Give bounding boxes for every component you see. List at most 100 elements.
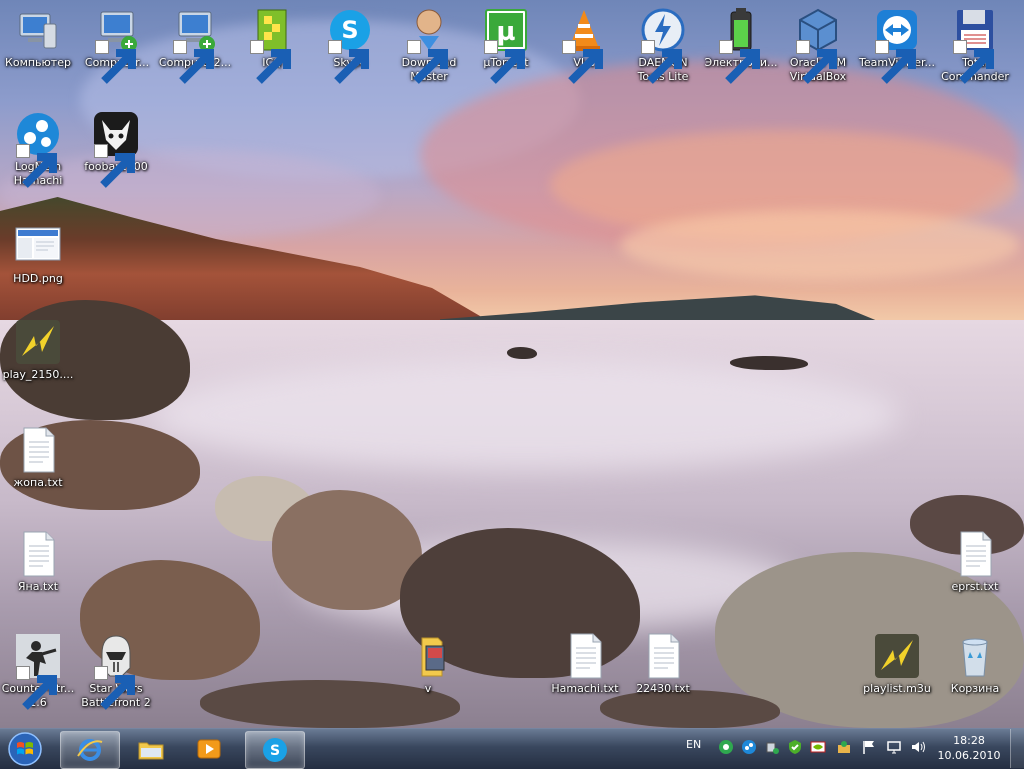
icon-label: Компьютер (5, 56, 71, 69)
system-clock[interactable]: 18:28 10.06.2010 (934, 733, 1004, 763)
skype-icon: S (263, 738, 287, 762)
nvidia-icon[interactable] (810, 739, 826, 755)
security-icon[interactable] (787, 739, 803, 755)
icon-label: v (424, 682, 432, 695)
daemon-tools-shortcut-item[interactable]: DAEMON Tools Lite (625, 6, 701, 84)
action-center-flag-icon[interactable] (861, 739, 877, 755)
shortcut-arrow-icon (95, 40, 136, 84)
icon-label: Hamachi.txt (551, 682, 619, 695)
media-player-icon (197, 739, 221, 759)
computer-network-icon (171, 6, 219, 84)
recycle-bin-icon (951, 632, 999, 680)
virtualbox-shortcut-item[interactable]: Oracle VM VirtualBox (780, 6, 856, 84)
text-file-icon (639, 632, 687, 680)
shortcut-arrow-icon (328, 40, 369, 84)
hamachi-shortcut-item[interactable]: LogMeIn Hamachi (0, 110, 76, 188)
icq-icon (248, 6, 296, 84)
shortcut-arrow-icon (875, 40, 916, 84)
taskbar-internet-explorer[interactable] (60, 731, 120, 769)
internet-explorer-icon (77, 739, 103, 761)
icq-shortcut-item[interactable]: ICQ (234, 6, 310, 84)
winamp-playlist-icon (14, 318, 62, 366)
shortcut-arrow-icon (250, 40, 291, 84)
shortcut-arrow-icon (94, 144, 135, 188)
total-commander-shortcut-item[interactable]: Total Commander (937, 6, 1013, 84)
download-master-shortcut-item[interactable]: Download Master (391, 6, 467, 84)
floppy-disk-icon (951, 6, 999, 84)
utorrent-shortcut-item[interactable]: µ µTorrent (468, 6, 544, 84)
foobar2000-icon (92, 110, 140, 188)
play-file-item[interactable]: play_2150.... (0, 318, 76, 382)
shortcut-arrow-icon (16, 144, 57, 188)
icon-label: Корзина (950, 682, 1000, 695)
folder-item[interactable]: v (390, 632, 466, 696)
vlc-cone-icon (560, 6, 608, 84)
playlist-file-item[interactable]: playlist.m3u (859, 632, 935, 696)
windows-explorer-icon (138, 742, 164, 760)
hdd-png-file-item[interactable]: HDD.png (0, 222, 76, 286)
clock-time: 18:28 (953, 734, 985, 747)
vlc-shortcut-item[interactable]: VLC (546, 6, 622, 84)
shortcut-arrow-icon (407, 40, 448, 84)
icon-label: 22430.txt (636, 682, 690, 695)
winamp-playlist-icon (873, 632, 921, 680)
text-file-item[interactable]: eprst.txt (937, 530, 1013, 594)
recycle-bin-item[interactable]: Корзина (937, 632, 1013, 696)
image-file-icon (14, 222, 62, 270)
virtualbox-icon (794, 6, 842, 84)
show-desktop-button[interactable] (1010, 729, 1024, 768)
battery-icon (717, 6, 765, 84)
foobar2000-shortcut-item[interactable]: foobar2000 (78, 110, 154, 188)
text-file-icon (14, 530, 62, 578)
text-file-item[interactable]: Hamachi.txt (547, 632, 623, 696)
icon-label: play_2150.... (2, 368, 74, 381)
shortcut-arrow-icon (719, 40, 760, 84)
shortcut-arrow-icon (641, 40, 682, 84)
taskbar-skype[interactable]: S (245, 731, 305, 769)
display-icon[interactable] (886, 739, 902, 755)
power-shortcut-item[interactable]: Электропи... (703, 6, 779, 84)
computer-shortcut-item[interactable]: Computer... (79, 6, 155, 84)
download-master-icon (405, 6, 453, 84)
computer-icon-item[interactable]: Компьютер (0, 6, 76, 70)
computer-network-icon (93, 6, 141, 84)
shortcut-arrow-icon (484, 40, 525, 84)
counter-strike-shortcut-item[interactable]: Counter-Str... 1.6 (0, 632, 76, 710)
text-file-item[interactable]: 22430.txt (625, 632, 701, 696)
counter-strike-icon (14, 632, 62, 710)
shortcut-arrow-icon (953, 40, 994, 84)
icon-label: жопа.txt (13, 476, 63, 489)
star-wars-shortcut-item[interactable]: Star Wars Battlefront 2 (78, 632, 154, 710)
icon-label: eprst.txt (951, 580, 999, 593)
text-file-icon (561, 632, 609, 680)
computer2-shortcut-item[interactable]: Computer2... (157, 6, 233, 84)
network-tray-icon[interactable] (836, 739, 852, 755)
text-file-item[interactable]: Яна.txt (0, 530, 76, 594)
hamachi-icon (14, 110, 62, 188)
svg-text:S: S (341, 16, 358, 44)
start-button[interactable] (2, 731, 48, 767)
text-file-icon (951, 530, 999, 578)
icon-label: playlist.m3u (863, 682, 931, 695)
clock-date: 10.06.2010 (937, 749, 1001, 762)
svg-text:S: S (270, 743, 280, 759)
shortcut-arrow-icon (16, 666, 57, 710)
text-file-item[interactable]: жопа.txt (0, 426, 76, 490)
skype-shortcut-item[interactable]: S Skype (312, 6, 388, 84)
hamachi-tray-icon[interactable] (718, 739, 734, 755)
daemon-tools-icon (639, 6, 687, 84)
text-file-icon (14, 426, 62, 474)
teamviewer-icon (873, 6, 921, 84)
clone-trooper-helmet-icon (92, 632, 140, 710)
shortcut-arrow-icon (94, 666, 135, 710)
volume-icon[interactable] (910, 739, 926, 755)
language-indicator[interactable]: EN (686, 738, 701, 751)
skype-icon: S (326, 6, 374, 84)
computer-icon (14, 6, 62, 54)
windows-logo-icon (8, 732, 42, 766)
taskbar-media-player[interactable] (180, 731, 238, 767)
taskbar-windows-explorer[interactable] (122, 731, 180, 767)
teamviewer-shortcut-item[interactable]: TeamViewer... (859, 6, 935, 84)
logmein-tray-icon[interactable] (741, 739, 757, 755)
safely-remove-icon[interactable] (764, 739, 780, 755)
